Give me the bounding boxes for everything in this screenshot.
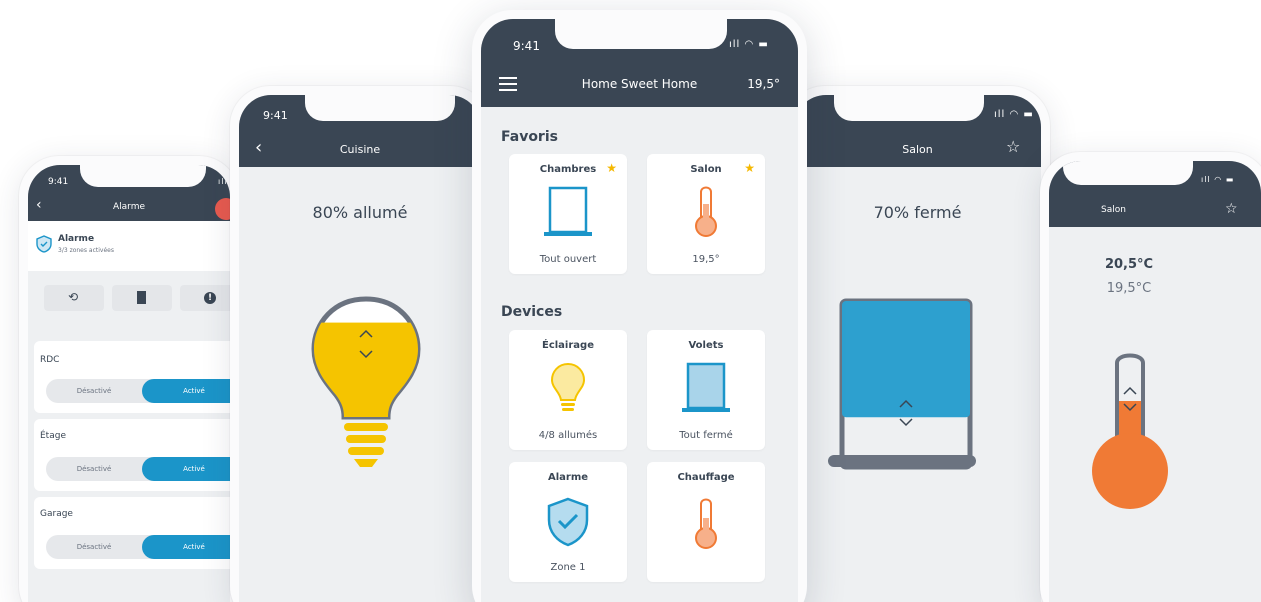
phone-salon-temp: ıll ◠ ▬ Salon ☆ 20,5°C 19,5°C <box>1040 152 1261 602</box>
notch <box>1063 161 1193 185</box>
thermometer-icon[interactable] <box>1085 341 1175 521</box>
tile-sub: 4/8 allumés <box>538 430 598 441</box>
phone-alarme: 9:41 ıll ‹ Alarme Alarme 3/3 zones activ… <box>19 156 239 602</box>
alarme-screen: 9:41 ıll ‹ Alarme Alarme 3/3 zones activ… <box>28 165 230 602</box>
notch <box>80 165 206 187</box>
current-temp: 19,5°C <box>1106 281 1152 296</box>
bulb-icon[interactable] <box>306 291 426 481</box>
tile-sub: Tout ouvert <box>539 254 597 265</box>
alarm-toggle-icon[interactable] <box>215 198 230 220</box>
zone-name: RDC <box>40 355 60 365</box>
tile-title: Éclairage <box>542 340 594 351</box>
star-outline-icon[interactable]: ☆ <box>1225 201 1238 217</box>
phone-cuisine: 9:41 ‹ Cuisine 80% allumé <box>230 86 490 602</box>
zone-toggle[interactable]: Désactivé Activé <box>46 457 230 481</box>
zone-name: Étage <box>40 431 66 441</box>
signal-icon: ıll ◠ ▬ <box>1201 175 1235 184</box>
notch <box>555 19 727 49</box>
door-button[interactable] <box>112 285 172 311</box>
door-icon <box>137 291 146 304</box>
alarm-status-row: Alarme 3/3 zones activées <box>28 221 230 271</box>
temp-screen: ıll ◠ ▬ Salon ☆ 20,5°C 19,5°C <box>1049 161 1261 602</box>
light-status: 80% allumé <box>312 203 408 222</box>
on-option[interactable]: Activé <box>142 535 230 559</box>
favorites-heading: Favoris <box>501 129 558 145</box>
alert-icon: ! <box>204 292 216 304</box>
devices-heading: Devices <box>501 304 563 320</box>
action-row: ⟲ ! <box>28 277 230 317</box>
on-option[interactable]: Activé <box>142 457 230 481</box>
device-tile-volets[interactable]: Volets Tout fermé <box>647 330 765 450</box>
volets-topbar: ıll ◠ ▬ Salon ☆ <box>794 95 1041 167</box>
thermometer-icon <box>695 186 717 237</box>
phone-home: 9:41 ıll ◠ ▬ Home Sweet Home 19,5° Favor… <box>472 10 807 602</box>
page-title: Salon <box>902 143 933 156</box>
device-tile-chauffage[interactable]: Chauffage <box>647 462 765 582</box>
tile-sub: Tout fermé <box>679 430 733 441</box>
tile-sub: Zone 1 <box>550 562 586 573</box>
off-option[interactable]: Désactivé <box>46 535 142 559</box>
cuisine-topbar: 9:41 ‹ Cuisine <box>239 95 481 167</box>
home-topbar: 9:41 ıll ◠ ▬ Home Sweet Home 19,5° <box>481 19 798 107</box>
off-option[interactable]: Désactivé <box>46 457 142 481</box>
star-filled-icon[interactable]: ★ <box>744 161 755 175</box>
shield-check-icon <box>547 497 589 547</box>
alarm-status-title: Alarme <box>58 234 95 244</box>
alert-button[interactable]: ! <box>180 285 230 311</box>
status-time: 9:41 <box>48 177 69 187</box>
temp-topbar: ıll ◠ ▬ Salon ☆ <box>1049 161 1261 227</box>
zone-card-garage: Garage Désactivé Activé <box>34 497 230 569</box>
window-open-icon <box>544 186 592 236</box>
zone-card-rdc: RDC Désactivé Activé <box>34 341 230 413</box>
tile-sub: 19,5° <box>692 254 720 265</box>
history-button[interactable]: ⟲ <box>44 285 104 311</box>
header-temperature: 19,5° <box>747 77 780 91</box>
zone-toggle[interactable]: Désactivé Activé <box>46 379 230 403</box>
shutter-icon <box>682 362 730 412</box>
favorite-tile-chambres[interactable]: Chambres ★ Tout ouvert <box>509 154 627 274</box>
page-title: Cuisine <box>339 143 381 156</box>
home-screen: 9:41 ıll ◠ ▬ Home Sweet Home 19,5° Favor… <box>481 19 798 602</box>
on-option[interactable]: Activé <box>142 379 230 403</box>
tile-title: Chauffage <box>677 472 735 483</box>
bulb-icon <box>550 362 586 411</box>
thermometer-icon <box>695 498 717 549</box>
off-option[interactable]: Désactivé <box>46 379 142 403</box>
volets-screen: ıll ◠ ▬ Salon ☆ 70% fermé <box>794 95 1041 602</box>
zone-name: Garage <box>40 509 73 519</box>
signal-icon: ıll <box>218 177 228 186</box>
phone-salon-volets: ıll ◠ ▬ Salon ☆ 70% fermé <box>785 86 1050 602</box>
page-title: Alarme <box>112 202 146 212</box>
status-time: 9:41 <box>263 109 288 122</box>
favorite-tile-salon[interactable]: Salon ★ 19,5° <box>647 154 765 274</box>
alarme-topbar: 9:41 ıll ‹ Alarme <box>28 165 230 221</box>
shield-icon <box>36 235 52 253</box>
device-tile-eclairage[interactable]: Éclairage 4/8 allumés <box>509 330 627 450</box>
signal-icon: ıll ◠ ▬ <box>994 109 1034 120</box>
notch <box>305 95 455 121</box>
star-filled-icon[interactable]: ★ <box>606 161 617 175</box>
status-time: 9:41 <box>513 39 540 53</box>
zone-toggle[interactable]: Désactivé Activé <box>46 535 230 559</box>
notch <box>834 95 984 121</box>
signal-icon: ıll ◠ ▬ <box>729 39 769 50</box>
alarm-status-sub: 3/3 zones activées <box>58 247 114 254</box>
tile-title: Alarme <box>547 472 589 483</box>
shutter-status: 70% fermé <box>873 203 962 222</box>
tile-title: Volets <box>688 340 724 351</box>
shutter-icon[interactable] <box>822 295 982 475</box>
history-icon: ⟲ <box>68 290 79 304</box>
cuisine-screen: 9:41 ‹ Cuisine 80% allumé <box>239 95 481 602</box>
zone-card-etage: Étage Désactivé Activé <box>34 419 230 491</box>
device-tile-alarme[interactable]: Alarme Zone 1 <box>509 462 627 582</box>
page-title: Salon <box>1101 205 1126 215</box>
star-outline-icon[interactable]: ☆ <box>1006 137 1020 156</box>
target-temp: 20,5°C <box>1104 257 1154 272</box>
